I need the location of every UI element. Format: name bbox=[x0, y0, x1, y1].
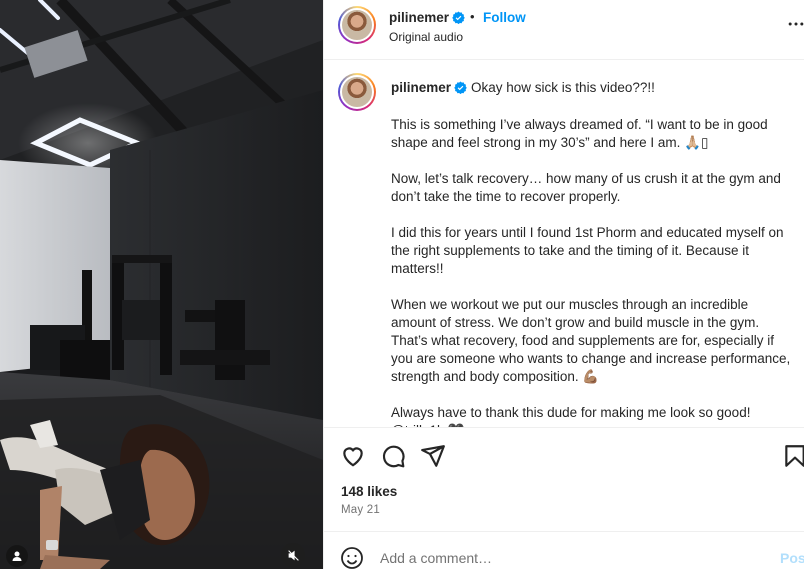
caption-first-line: Okay how sick is this video??!! bbox=[471, 80, 655, 95]
user-tag-icon[interactable] bbox=[6, 545, 28, 567]
verified-badge-icon bbox=[452, 11, 465, 24]
post-header: pilinemer • Follow Original audio bbox=[324, 0, 804, 60]
post-comment-button[interactable]: Post bbox=[780, 550, 804, 566]
caption-header: pilinemer Okay how sick is this video??!! bbox=[391, 80, 655, 95]
post-media[interactable] bbox=[0, 0, 323, 569]
follow-button[interactable]: Follow bbox=[483, 10, 526, 25]
share-icon[interactable] bbox=[420, 443, 446, 469]
comment-icon[interactable] bbox=[380, 443, 406, 469]
caption-paragraph: When we workout we put our muscles throu… bbox=[391, 297, 791, 384]
caption-author-username[interactable]: pilinemer bbox=[391, 80, 451, 95]
video-frame-gym bbox=[0, 0, 323, 569]
original-audio-link[interactable]: Original audio bbox=[389, 30, 463, 44]
caption-body: This is something I’ve always dreamed of… bbox=[391, 116, 796, 427]
emoji-icon[interactable] bbox=[340, 546, 364, 569]
post-details-panel: pilinemer • Follow Original audio piline… bbox=[323, 0, 804, 569]
caption-paragraph: Always have to thank this dude for makin… bbox=[391, 405, 751, 427]
action-bar bbox=[324, 427, 804, 475]
more-options-icon[interactable] bbox=[786, 14, 804, 34]
author-username-text[interactable]: pilinemer bbox=[389, 10, 449, 25]
author-username[interactable]: pilinemer bbox=[389, 10, 465, 25]
heart-icon[interactable] bbox=[340, 443, 366, 469]
post-date[interactable]: May 21 bbox=[341, 504, 380, 516]
separator-dot: • bbox=[470, 9, 475, 24]
caption-paragraph: This is something I’ve always dreamed of… bbox=[391, 117, 768, 150]
verified-badge-icon bbox=[454, 81, 467, 94]
caption-author-avatar[interactable] bbox=[338, 73, 376, 111]
caption-paragraph: Now, let’s talk recovery… how many of us… bbox=[391, 171, 781, 204]
comment-input[interactable] bbox=[380, 547, 760, 569]
caption-section: pilinemer Okay how sick is this video??!!… bbox=[324, 61, 804, 427]
author-avatar[interactable] bbox=[338, 6, 376, 44]
bookmark-icon[interactable] bbox=[782, 443, 804, 469]
likes-count[interactable]: 148 likes bbox=[341, 484, 397, 499]
audio-muted-icon[interactable] bbox=[281, 543, 305, 567]
caption-paragraph: I did this for years until I found 1st P… bbox=[391, 225, 784, 276]
comment-bar: Post bbox=[324, 531, 804, 569]
